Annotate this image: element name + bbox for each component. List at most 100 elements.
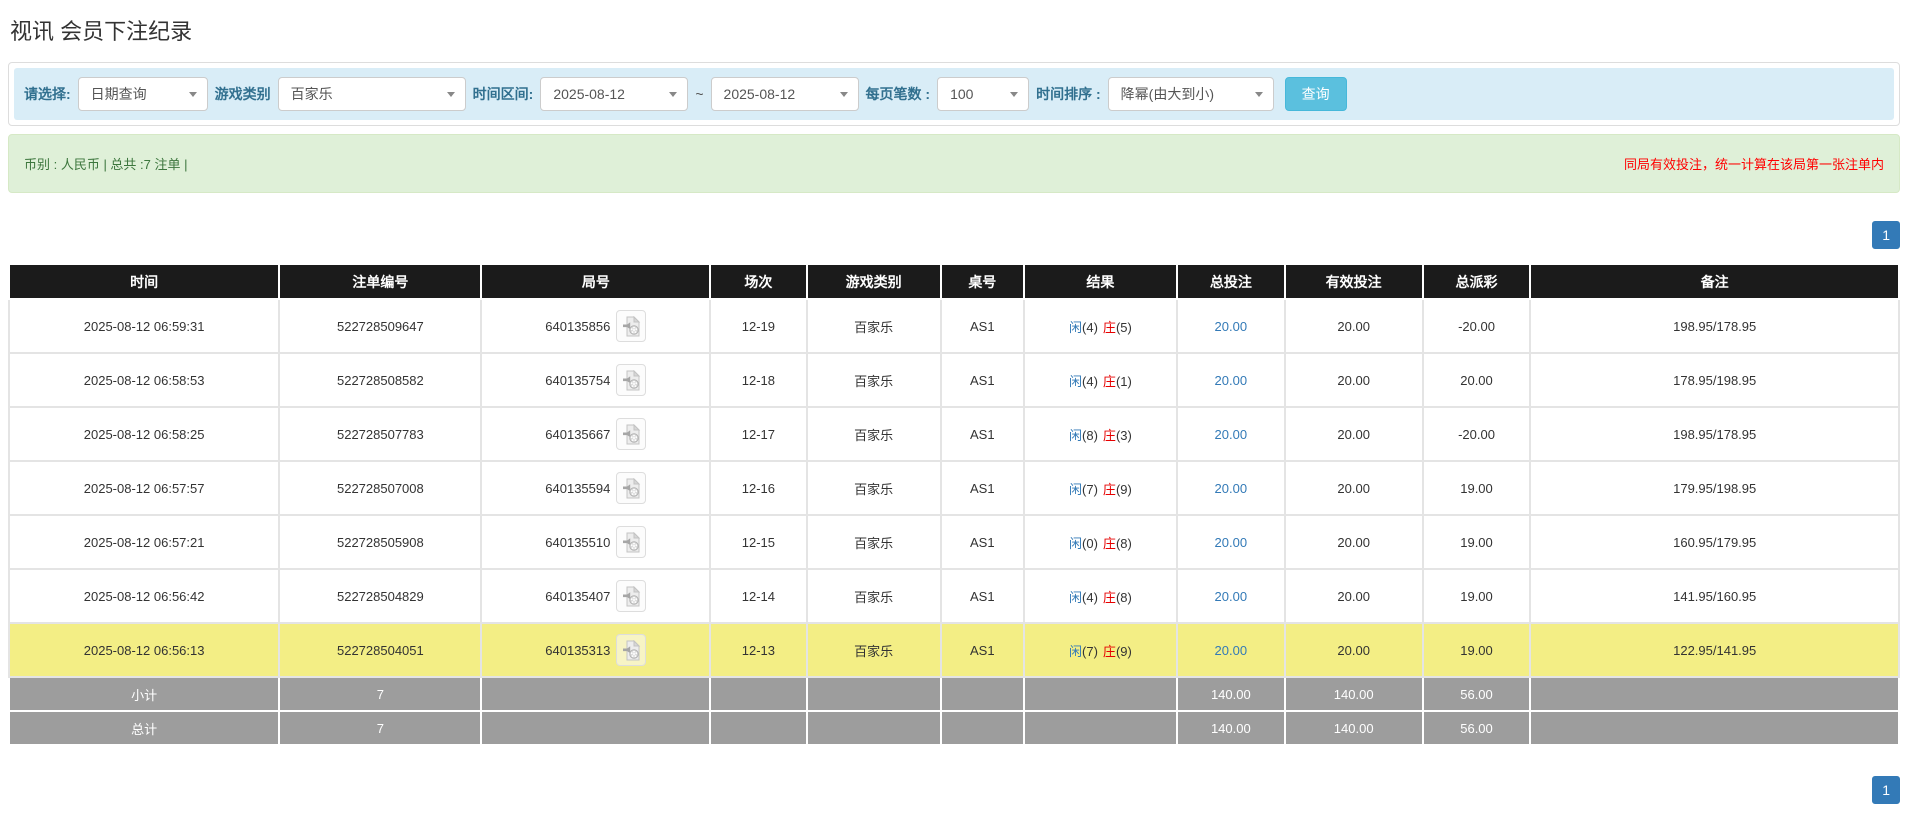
cell-table-no: AS1 xyxy=(941,407,1024,461)
chevron-down-icon xyxy=(669,92,677,97)
filter-panel: 请选择: 日期查询 游戏类别 百家乐 时间区间: 2025-08-12 ~ 20… xyxy=(8,62,1900,126)
cell-session: 12-13 xyxy=(710,623,806,677)
cell-remark: 122.95/141.95 xyxy=(1530,623,1899,677)
subtotal-payout: 56.00 xyxy=(1423,677,1531,711)
video-replay-button[interactable] xyxy=(616,634,646,666)
page-1-button[interactable]: 1 xyxy=(1872,776,1900,804)
cell-payout: 19.00 xyxy=(1423,623,1531,677)
cell-empty xyxy=(807,711,941,745)
cell-empty xyxy=(1530,677,1899,711)
cell-bet-id: 522728507783 xyxy=(279,407,481,461)
cell-bet-id: 522728508582 xyxy=(279,353,481,407)
cell-remark: 141.95/160.95 xyxy=(1530,569,1899,623)
cell-round-id: 640135856 xyxy=(481,299,710,353)
bet-records-table: 时间 注单编号 局号 场次 游戏类别 桌号 结果 总投注 有效投注 总派彩 备注… xyxy=(8,263,1900,746)
page-1-button[interactable]: 1 xyxy=(1872,221,1900,249)
video-replay-button[interactable] xyxy=(616,580,646,612)
cell-valid-bet: 20.00 xyxy=(1285,407,1423,461)
table-row[interactable]: 2025-08-12 06:57:21 522728505908 6401355… xyxy=(9,515,1899,569)
cell-session: 12-14 xyxy=(710,569,806,623)
page-size-select[interactable]: 100 xyxy=(937,77,1029,111)
total-bet-link[interactable]: 20.00 xyxy=(1215,319,1248,334)
cell-payout: 20.00 xyxy=(1423,353,1531,407)
video-file-icon xyxy=(622,370,641,391)
cell-result: 闲(7)庄(9) xyxy=(1024,623,1177,677)
total-payout: 56.00 xyxy=(1423,711,1531,745)
result-player-value: (4) xyxy=(1082,320,1098,335)
sort-select[interactable]: 降幂(由大到小) xyxy=(1108,77,1274,111)
filter-bar: 请选择: 日期查询 游戏类别 百家乐 时间区间: 2025-08-12 ~ 20… xyxy=(14,68,1894,120)
table-row[interactable]: 2025-08-12 06:59:31 522728509647 6401358… xyxy=(9,299,1899,353)
cell-empty xyxy=(807,677,941,711)
game-type-select[interactable]: 百家乐 xyxy=(278,77,466,111)
cell-result: 闲(4)庄(1) xyxy=(1024,353,1177,407)
cell-total-bet: 20.00 xyxy=(1177,515,1285,569)
cell-payout: 19.00 xyxy=(1423,461,1531,515)
cell-game-type: 百家乐 xyxy=(807,461,941,515)
table-row[interactable]: 2025-08-12 06:58:53 522728508582 6401357… xyxy=(9,353,1899,407)
subtotal-row: 小计 7 140.00 140.00 56.00 xyxy=(9,677,1899,711)
cell-round-id: 640135510 xyxy=(481,515,710,569)
cell-bet-id: 522728505908 xyxy=(279,515,481,569)
result-banker-value: (9) xyxy=(1116,644,1132,659)
query-type-value: 日期查询 xyxy=(91,84,147,104)
total-bet-link[interactable]: 20.00 xyxy=(1215,535,1248,550)
total-bet-link[interactable]: 20.00 xyxy=(1215,373,1248,388)
cell-remark: 160.95/179.95 xyxy=(1530,515,1899,569)
video-replay-button[interactable] xyxy=(616,310,646,342)
date-from-value: 2025-08-12 xyxy=(553,86,625,102)
date-range-tilde: ~ xyxy=(695,86,703,102)
chevron-down-icon xyxy=(840,92,848,97)
chevron-down-icon xyxy=(1255,92,1263,97)
result-player-value: (8) xyxy=(1082,428,1098,443)
table-row[interactable]: 2025-08-12 06:56:13 522728504051 6401353… xyxy=(9,623,1899,677)
date-from-select[interactable]: 2025-08-12 xyxy=(540,77,688,111)
cell-game-type: 百家乐 xyxy=(807,299,941,353)
cell-session: 12-19 xyxy=(710,299,806,353)
total-bet-link[interactable]: 20.00 xyxy=(1215,427,1248,442)
result-player-value: (0) xyxy=(1082,536,1098,551)
cell-total-bet: 20.00 xyxy=(1177,569,1285,623)
cell-payout: 19.00 xyxy=(1423,569,1531,623)
cell-remark: 178.95/198.95 xyxy=(1530,353,1899,407)
date-to-value: 2025-08-12 xyxy=(724,86,796,102)
result-player-value: (7) xyxy=(1082,644,1098,659)
cell-valid-bet: 20.00 xyxy=(1285,353,1423,407)
cell-table-no: AS1 xyxy=(941,515,1024,569)
table-row[interactable]: 2025-08-12 06:57:57 522728507008 6401355… xyxy=(9,461,1899,515)
cell-round-id: 640135667 xyxy=(481,407,710,461)
video-replay-button[interactable] xyxy=(616,418,646,450)
header-result: 结果 xyxy=(1024,264,1177,299)
date-to-select[interactable]: 2025-08-12 xyxy=(711,77,859,111)
result-banker-label: 庄 xyxy=(1103,428,1116,443)
result-player-label: 闲 xyxy=(1069,590,1082,605)
result-banker-label: 庄 xyxy=(1103,644,1116,659)
query-type-select[interactable]: 日期查询 xyxy=(78,77,208,111)
result-banker-label: 庄 xyxy=(1103,482,1116,497)
result-player-label: 闲 xyxy=(1069,428,1082,443)
cell-time: 2025-08-12 06:57:21 xyxy=(9,515,279,569)
cell-round-id: 640135407 xyxy=(481,569,710,623)
cell-time: 2025-08-12 06:57:57 xyxy=(9,461,279,515)
cell-valid-bet: 20.00 xyxy=(1285,299,1423,353)
cell-valid-bet: 20.00 xyxy=(1285,623,1423,677)
table-row[interactable]: 2025-08-12 06:58:25 522728507783 6401356… xyxy=(9,407,1899,461)
cell-empty xyxy=(710,711,806,745)
search-button[interactable]: 查询 xyxy=(1285,77,1347,111)
pagination-bottom: 1 xyxy=(8,776,1900,804)
header-game-type: 游戏类别 xyxy=(807,264,941,299)
game-type-label: 游戏类别 xyxy=(215,84,271,104)
table-totals: 小计 7 140.00 140.00 56.00 总计 7 1 xyxy=(9,677,1899,745)
page-title: 视讯 会员下注纪录 xyxy=(10,14,1900,46)
table-row[interactable]: 2025-08-12 06:56:42 522728504829 6401354… xyxy=(9,569,1899,623)
video-replay-button[interactable] xyxy=(616,472,646,504)
video-replay-button[interactable] xyxy=(616,364,646,396)
video-replay-button[interactable] xyxy=(616,526,646,558)
cell-result: 闲(0)庄(8) xyxy=(1024,515,1177,569)
total-bet-link[interactable]: 20.00 xyxy=(1215,589,1248,604)
cell-remark: 179.95/198.95 xyxy=(1530,461,1899,515)
total-bet-link[interactable]: 20.00 xyxy=(1215,643,1248,658)
header-bet-id: 注单编号 xyxy=(279,264,481,299)
total-bet-link[interactable]: 20.00 xyxy=(1215,481,1248,496)
currency-summary-text: 币别 : 人民币 | 总共 :7 注单 | xyxy=(24,154,188,173)
